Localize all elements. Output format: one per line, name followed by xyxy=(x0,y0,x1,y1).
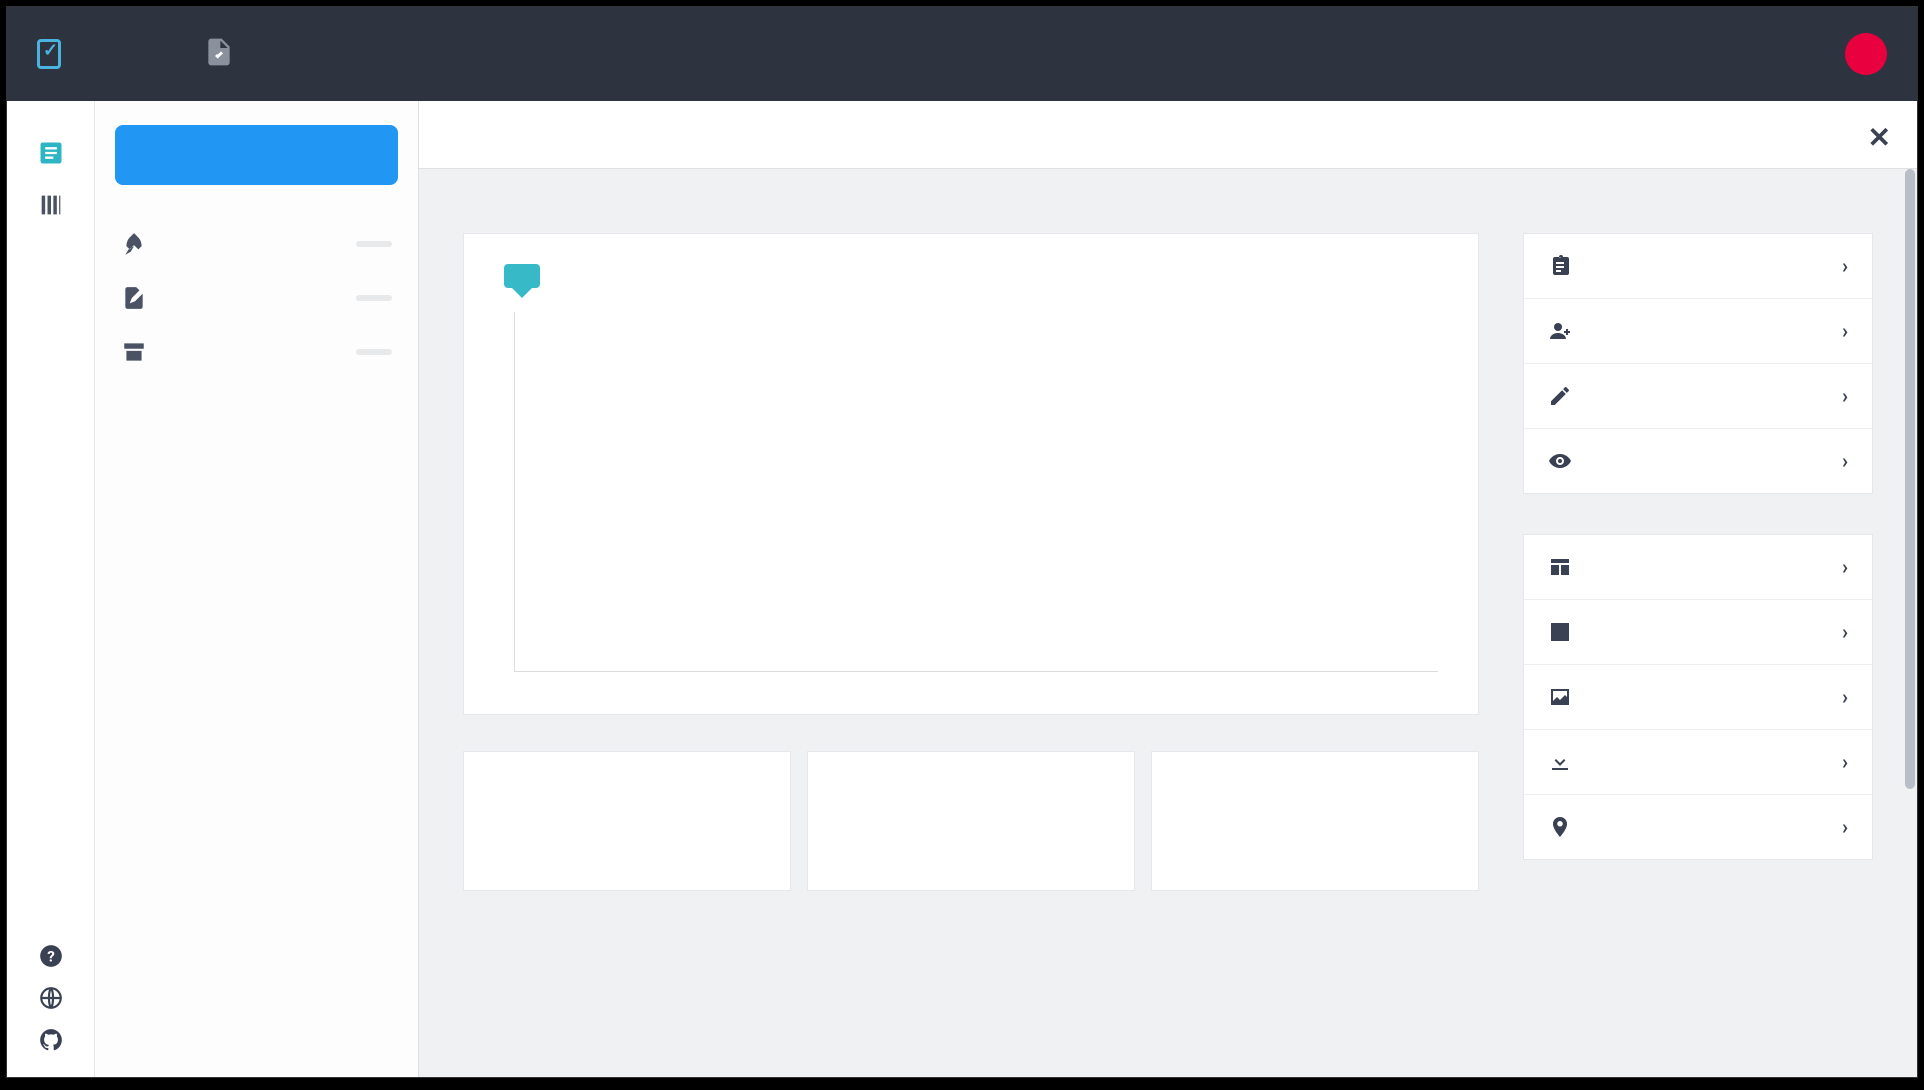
sidebar xyxy=(95,101,419,1077)
sidebar-badge xyxy=(356,295,392,301)
sidebar-badge xyxy=(356,241,392,247)
stat-card-total xyxy=(1151,751,1479,891)
project-icon xyxy=(203,34,235,74)
logo[interactable] xyxy=(37,39,73,69)
link-downloads[interactable]: › xyxy=(1524,730,1872,795)
link-edit-form[interactable]: › xyxy=(1524,364,1872,429)
nav-rail: ? xyxy=(7,101,95,1077)
chevron-right-icon: › xyxy=(1842,685,1848,709)
new-button[interactable] xyxy=(115,125,398,185)
rail-projects-icon[interactable] xyxy=(37,139,65,167)
sidebar-item-archived[interactable] xyxy=(115,325,398,379)
clipboard-icon xyxy=(1548,254,1572,278)
image-icon xyxy=(1548,685,1572,709)
chevron-right-icon: › xyxy=(1842,384,1848,408)
stat-card-current xyxy=(463,751,791,891)
table-icon xyxy=(1548,555,1572,579)
content: ✕ xyxy=(419,101,1917,1077)
chart-icon xyxy=(1548,620,1572,644)
chevron-right-icon: › xyxy=(1842,750,1848,774)
chevron-right-icon: › xyxy=(1842,815,1848,839)
pin-icon xyxy=(1548,815,1572,839)
rocket-icon xyxy=(121,231,147,257)
link-share-project[interactable]: › xyxy=(1524,299,1872,364)
eye-icon xyxy=(1548,449,1572,473)
link-table[interactable]: › xyxy=(1524,535,1872,600)
topbar xyxy=(7,7,1917,101)
pencil-icon xyxy=(1548,384,1572,408)
sidebar-badge xyxy=(356,349,392,355)
draft-icon xyxy=(121,285,147,311)
chart-card xyxy=(463,233,1479,715)
chevron-right-icon: › xyxy=(1842,555,1848,579)
sidebar-item-draft[interactable] xyxy=(115,271,398,325)
chevron-right-icon: › xyxy=(1842,449,1848,473)
chevron-right-icon: › xyxy=(1842,254,1848,278)
link-gallery[interactable]: › xyxy=(1524,665,1872,730)
link-collect-data[interactable]: › xyxy=(1524,234,1872,299)
range-tab-past31[interactable] xyxy=(556,264,592,288)
archive-icon xyxy=(121,339,147,365)
link-reports[interactable]: › xyxy=(1524,600,1872,665)
close-icon[interactable]: ✕ xyxy=(1868,121,1891,154)
project-header xyxy=(203,34,255,74)
download-icon xyxy=(1548,750,1572,774)
link-preview-form[interactable]: › xyxy=(1524,429,1872,493)
link-map[interactable]: › xyxy=(1524,795,1872,859)
stat-card-previous xyxy=(807,751,1135,891)
chevron-right-icon: › xyxy=(1842,319,1848,343)
avatar[interactable] xyxy=(1845,33,1887,75)
sidebar-item-deployed[interactable] xyxy=(115,217,398,271)
tabbar: ✕ xyxy=(419,101,1917,169)
logo-check-icon xyxy=(37,39,61,69)
github-icon[interactable] xyxy=(38,1027,64,1053)
submissions-chart xyxy=(504,312,1438,672)
user-plus-icon xyxy=(1548,319,1572,343)
help-icon[interactable]: ? xyxy=(38,943,64,969)
globe-icon[interactable] xyxy=(38,985,64,1011)
range-tab-past7[interactable] xyxy=(504,264,540,288)
svg-text:?: ? xyxy=(47,947,55,965)
rail-library-icon[interactable] xyxy=(37,191,65,219)
scrollbar[interactable] xyxy=(1905,169,1915,1077)
chevron-right-icon: › xyxy=(1842,620,1848,644)
quick-links-box: › › › xyxy=(1523,233,1873,494)
data-links-box: › › › xyxy=(1523,534,1873,860)
